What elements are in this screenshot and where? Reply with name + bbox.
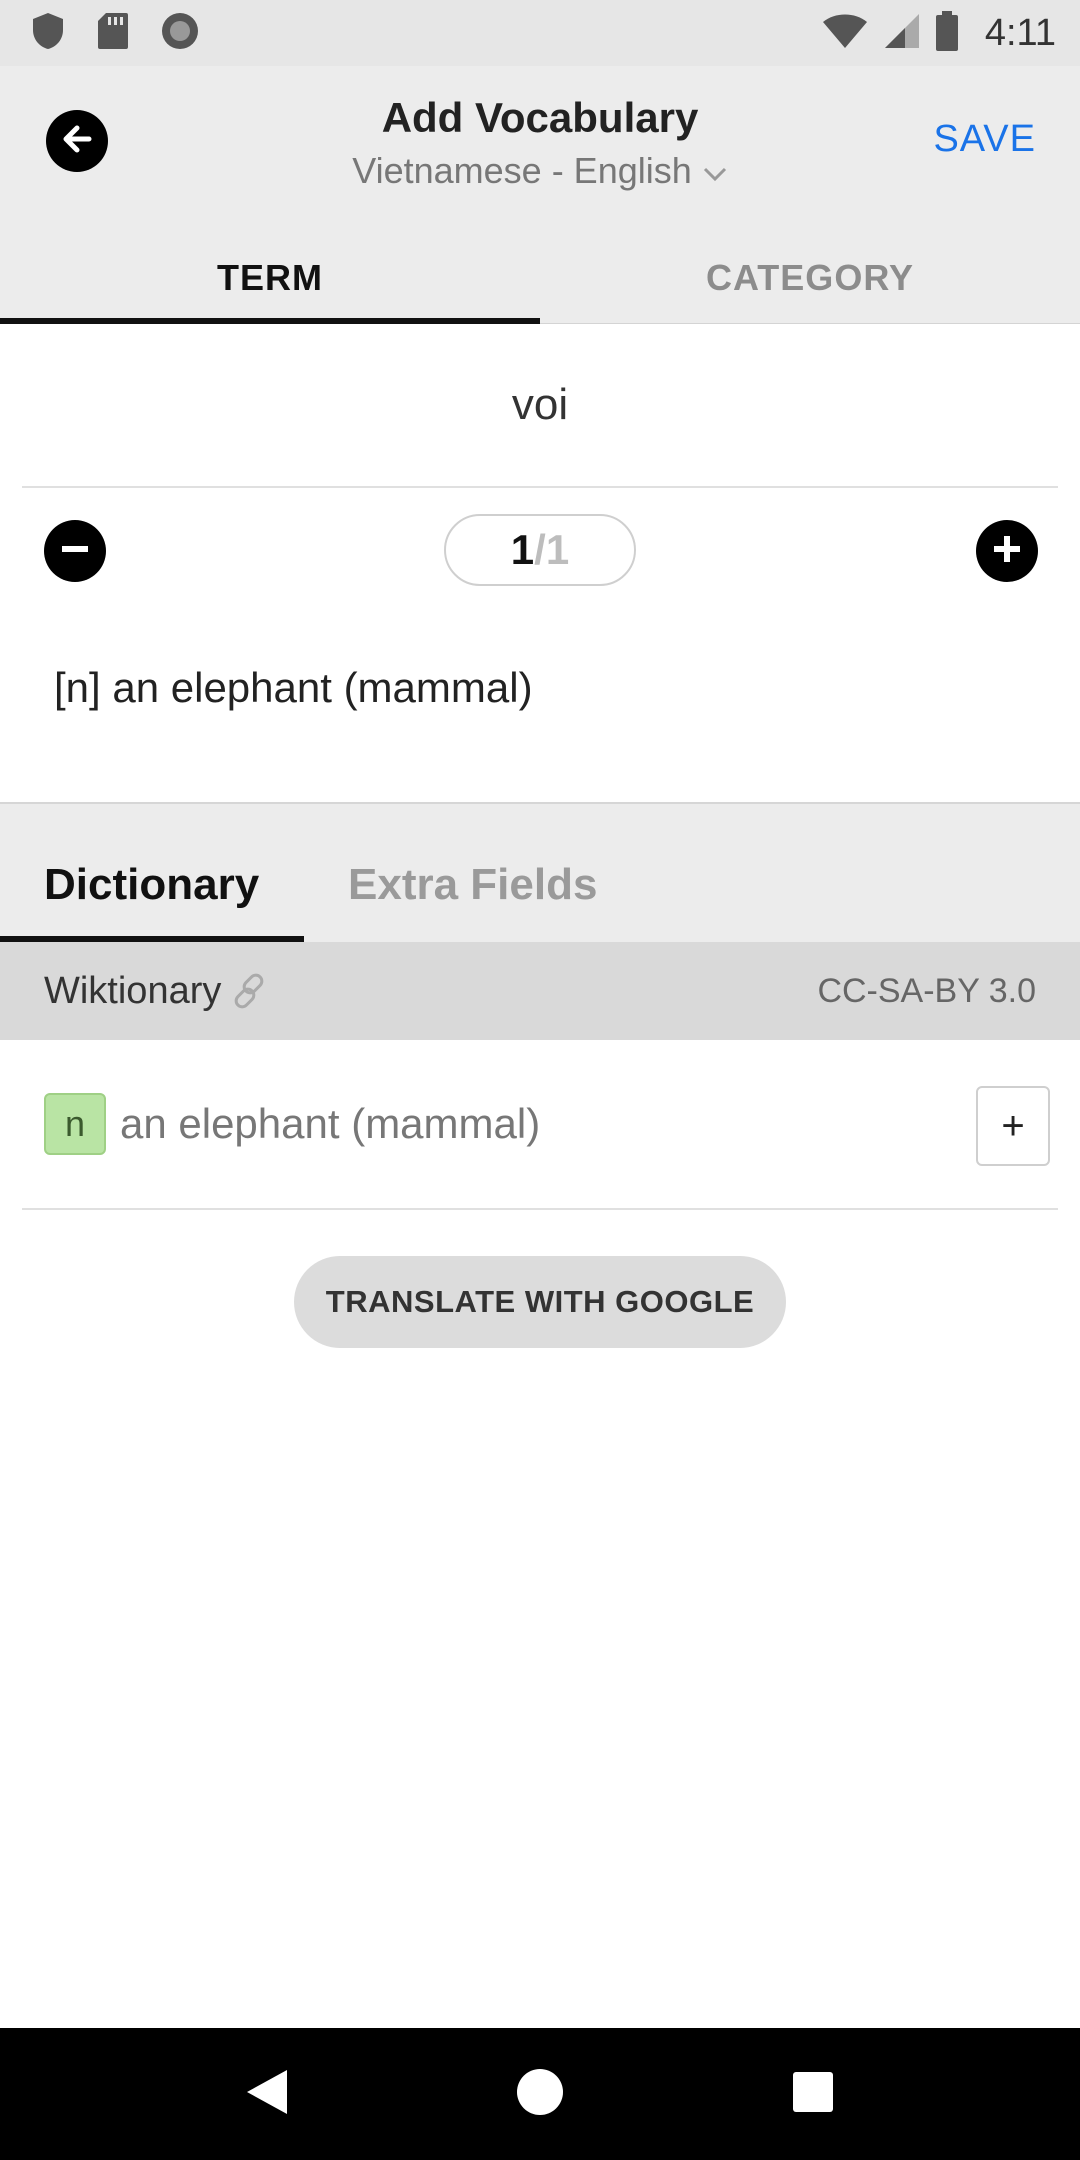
add-entry-button[interactable]: + [976,1086,1050,1166]
record-icon [160,11,200,56]
term-input[interactable] [22,324,1058,488]
part-of-speech-badge: n [44,1093,106,1155]
definition-text[interactable]: [n] an elephant (mammal) [54,664,533,712]
circle-home-icon [515,2067,565,2122]
screen: 4:11 Add Vocabulary Vietnamese - English… [0,0,1080,2160]
license-label: CC-SA-BY 3.0 [817,971,1036,1010]
section-tabs: Dictionary Extra Fields [0,802,1080,942]
square-recents-icon [791,2070,835,2119]
source-link[interactable]: Wiktionary [44,970,221,1013]
page-title: Add Vocabulary [381,94,699,141]
sd-card-icon [96,11,130,56]
nav-home-button[interactable] [490,2044,590,2144]
pager-total: /1 [534,526,570,573]
entry-text: an elephant (mammal) [120,1100,541,1147]
link-icon[interactable] [229,970,271,1012]
translate-with-google-button[interactable]: TRANSLATE WITH GOOGLE [294,1256,786,1348]
status-right: 4:11 [821,10,1056,56]
status-time: 4:11 [984,11,1056,54]
tab-extra-fields[interactable]: Extra Fields [348,860,597,910]
status-bar: 4:11 [0,0,1080,66]
dictionary-source-bar: Wiktionary CC-SA-BY 3.0 [0,942,1080,1040]
definition-pager: 1 /1 [444,514,636,586]
shield-icon [30,11,66,56]
tab-dictionary[interactable]: Dictionary [44,860,259,910]
signal-icon [883,12,921,55]
app-header: Add Vocabulary Vietnamese - English SAVE [0,66,1080,232]
list-item: n an elephant (mammal) + [22,1040,1058,1210]
pager-current: 1 [510,526,535,573]
main-tabs: TERM CATEGORY [0,232,1080,324]
add-definition-button[interactable] [976,520,1038,582]
tab-term[interactable]: TERM [0,232,540,324]
language-pair-label: Vietnamese - English [352,150,692,191]
nav-back-button[interactable] [217,2044,317,2144]
wifi-icon [821,12,869,55]
chevron-down-icon [702,150,728,192]
nav-recents-button[interactable] [763,2044,863,2144]
minus-icon [58,532,92,571]
triangle-back-icon [243,2066,291,2123]
save-button[interactable]: SAVE [933,118,1036,161]
status-left [30,11,200,56]
plus-icon [990,532,1024,571]
remove-definition-button[interactable] [44,520,106,582]
battery-icon [935,10,959,56]
system-nav-bar [0,2028,1080,2160]
language-selector[interactable]: Vietnamese - English [0,150,1080,192]
tab-category[interactable]: CATEGORY [540,232,1080,323]
